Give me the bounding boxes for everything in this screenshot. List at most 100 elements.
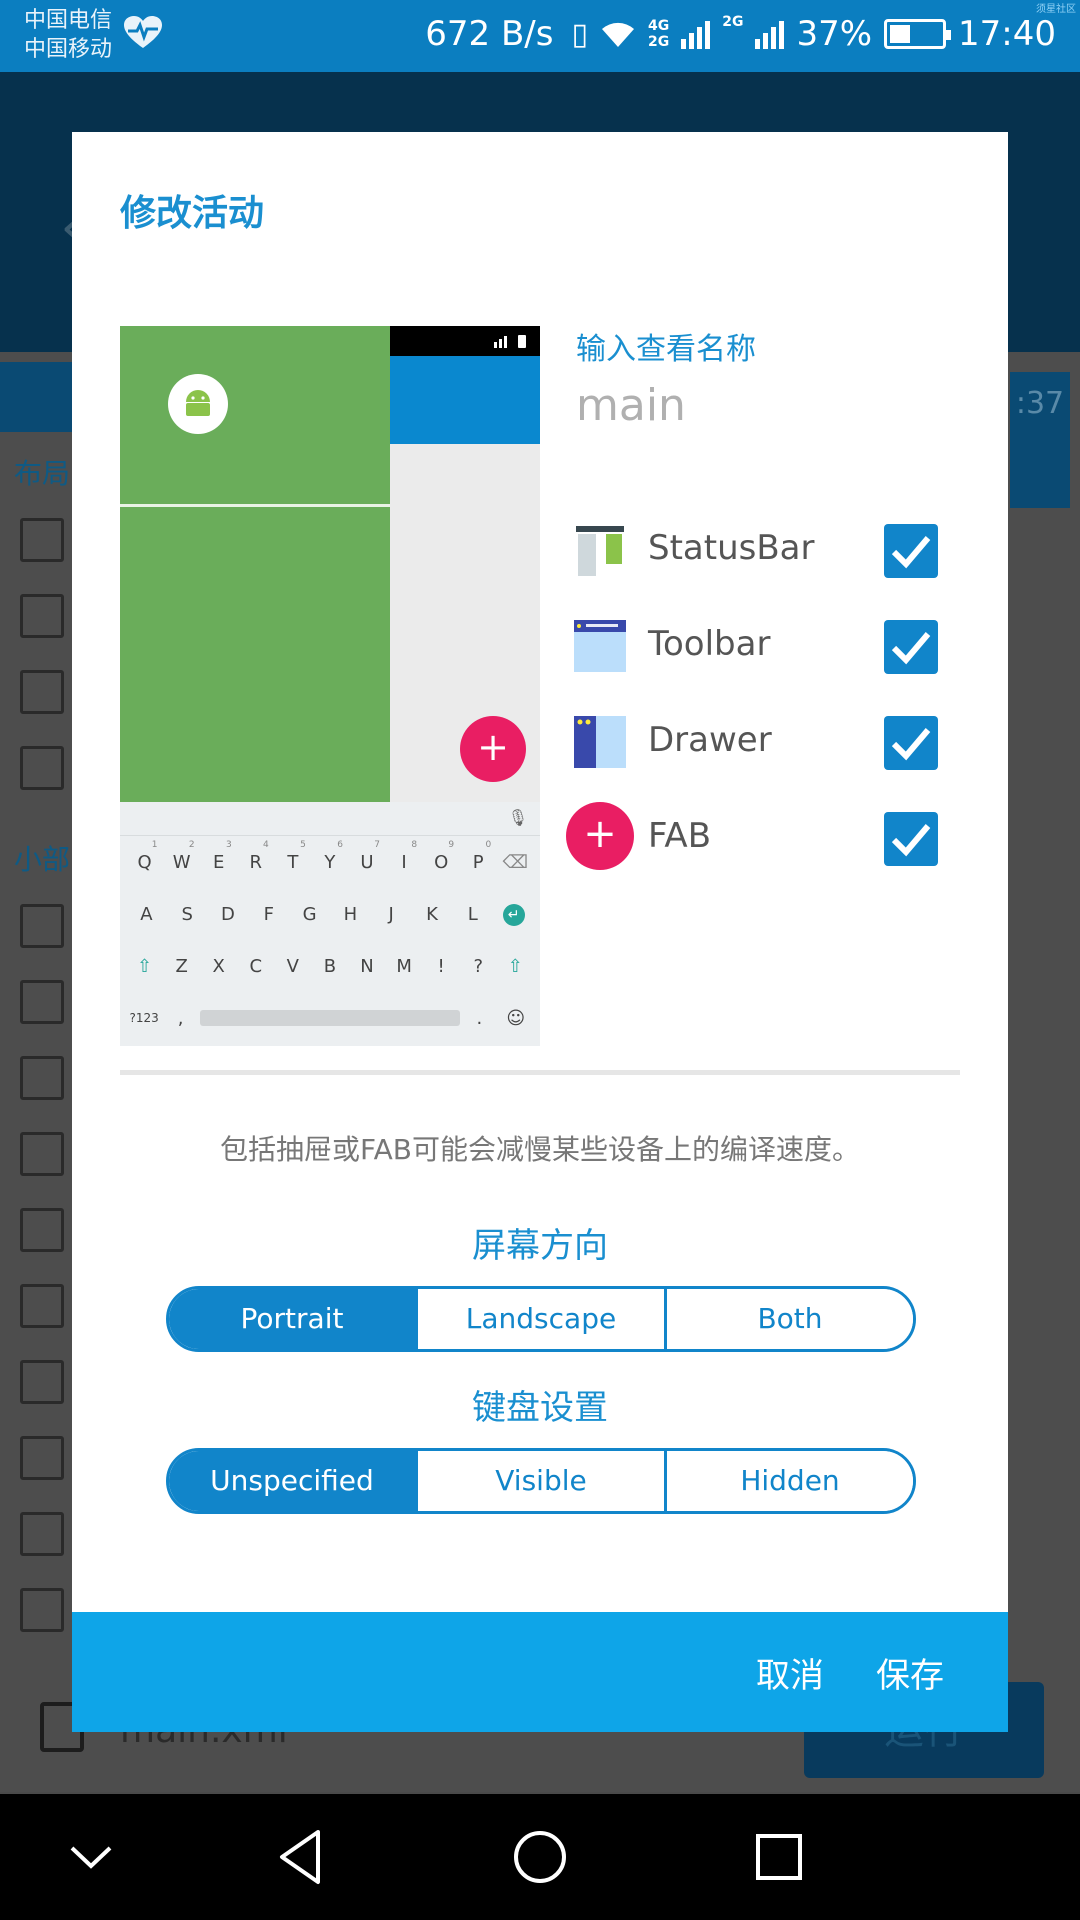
preview-drawer: [120, 326, 390, 802]
background-tab-time: :37: [1010, 372, 1070, 508]
background-palette-item: [20, 1208, 64, 1252]
drawer-checkbox[interactable]: [884, 716, 938, 770]
key-w: W2: [172, 839, 195, 873]
save-button[interactable]: 保存: [876, 1648, 944, 1697]
orientation-portrait-button[interactable]: Portrait: [169, 1289, 415, 1349]
keyboard-unspecified-button[interactable]: Unspecified: [169, 1451, 415, 1511]
android-icon: [186, 390, 210, 416]
key-number-hint: 0: [485, 839, 492, 850]
key-period: .: [476, 1007, 483, 1029]
option-toolbar[interactable]: Toolbar: [572, 610, 956, 682]
toolbar-icon: [574, 620, 626, 672]
option-fab[interactable]: + FAB: [566, 802, 956, 874]
network-type-4g: 4G: [647, 18, 670, 34]
option-drawer[interactable]: Drawer: [572, 706, 956, 778]
carrier-info: 中国电信 中国移动: [24, 6, 112, 64]
key-o: O9: [434, 839, 455, 873]
key-h: H: [343, 903, 358, 925]
keyboard-row: A S D F G H J K L ↵: [120, 888, 540, 940]
key-comma: ,: [177, 1007, 184, 1029]
background-palette-item: [20, 1284, 64, 1328]
key-u: U7: [360, 839, 380, 873]
dialog-title: 修改活动: [120, 193, 265, 234]
recents-square-icon[interactable]: [746, 1824, 812, 1890]
key-e: E3: [213, 839, 232, 873]
key-letter: V: [286, 955, 299, 977]
preview-fab: +: [460, 716, 526, 782]
key-l: L: [467, 903, 478, 925]
keyboard-visible-button[interactable]: Visible: [415, 1451, 664, 1511]
keyboard-row: Q 1 W 2 E 3 R 4 T 5 Y 6 U 7 I 8 O 9 P 0 ⌫: [120, 836, 540, 888]
option-label: Toolbar: [648, 624, 771, 664]
background-palette-item: [20, 1436, 64, 1480]
background-palette-item: [20, 746, 64, 790]
battery-charging-icon: [884, 19, 952, 49]
key-k: K: [426, 903, 438, 925]
preview-statusbar: [390, 326, 540, 356]
edit-activity-dialog: 修改活动 + 🎙 Q 1 W 2 E 3 R 4 T 5 Y 6 U 7 I 8 O 9 P 0 ⌫ A S D F G H J K L…: [72, 132, 1008, 1732]
key-letter: M: [396, 955, 412, 977]
orientation-both-button[interactable]: Both: [664, 1289, 913, 1349]
status-bar: 中国电信 中国移动 672 B/s ▯ 4G 2G 2G 37% 17:40 须…: [0, 0, 1080, 72]
fab-checkbox[interactable]: [884, 812, 938, 866]
cancel-button[interactable]: 取消: [756, 1648, 824, 1697]
key-symbols: ?123: [129, 1011, 159, 1025]
divider: [120, 1070, 960, 1075]
drawer-icon: [574, 716, 626, 768]
key-letter: ?: [473, 955, 484, 977]
checkmark-icon: [891, 536, 931, 569]
orientation-landscape-button[interactable]: Landscape: [415, 1289, 664, 1349]
carrier-telecom: 中国电信: [24, 8, 113, 33]
clock: 17:40: [958, 14, 1056, 54]
enter-icon: ↵: [497, 903, 531, 926]
option-statusbar[interactable]: StatusBar: [572, 514, 956, 586]
key-number-hint: 2: [188, 839, 195, 850]
keyboard-hidden-button[interactable]: Hidden: [664, 1451, 913, 1511]
key-number-hint: 7: [374, 839, 380, 850]
health-heart-icon: [124, 16, 162, 48]
statusbar-icon: [576, 526, 624, 576]
battery-percent: 37%: [796, 14, 873, 54]
option-label: Drawer: [648, 720, 772, 760]
key-s: S: [181, 903, 193, 925]
back-triangle-icon[interactable]: [268, 1824, 334, 1890]
background-palette-item: [20, 904, 64, 948]
keyboard-row: ?123 , . ☺: [120, 992, 540, 1044]
network-speed: 672 B/s: [425, 14, 554, 54]
hide-nav-chevron-icon[interactable]: [58, 1824, 124, 1890]
toolbar-checkbox[interactable]: [884, 620, 938, 674]
signal-sim1-icon: [681, 19, 711, 49]
preview-keyboard: 🎙 Q 1 W 2 E 3 R 4 T 5 Y 6 U 7 I 8 O 9 P 0 ⌫ A S D F G H J K L ↵ ⇧ Z X C V…: [120, 802, 540, 1046]
key-g: G: [302, 903, 317, 925]
preview-toolbar: [390, 356, 540, 444]
statusbar-checkbox[interactable]: [884, 524, 938, 578]
home-circle-icon[interactable]: [507, 1824, 573, 1890]
key-emoji: ☺: [506, 1007, 526, 1029]
key-number-hint: 9: [448, 839, 455, 850]
background-palette-item: [20, 1056, 64, 1100]
key-number-hint: 4: [263, 839, 269, 850]
key-number-hint: 6: [337, 839, 343, 850]
key-number-hint: 5: [300, 839, 306, 850]
keyboard-settings-title: 键盘设置: [472, 1388, 608, 1428]
key-y: Y6: [324, 839, 343, 873]
background-palette-item: [20, 594, 64, 638]
network-type-2g: 2G: [647, 34, 670, 50]
checkmark-icon: [891, 632, 931, 665]
key-number-hint: 3: [225, 839, 232, 850]
background-palette-item: [20, 670, 64, 714]
key-letter: Z: [175, 955, 188, 977]
fab-icon: +: [566, 802, 634, 870]
background-label-layout: 布局: [14, 457, 71, 490]
background-label-widget: 小部: [14, 843, 71, 876]
key-letter: X: [212, 955, 225, 977]
key-space: [199, 1010, 460, 1026]
compile-warning-text: 包括抽屉或FAB可能会减慢某些设备上的编译速度。: [220, 1133, 860, 1166]
key-f: F: [263, 903, 274, 925]
microphone-icon: 🎙: [507, 808, 528, 827]
keyboard-row: ⇧ Z X C V B N M!? ⇧: [120, 940, 540, 992]
key-letter: B: [323, 955, 337, 977]
orientation-title: 屏幕方向: [472, 1226, 608, 1266]
view-name-input[interactable]: [576, 380, 956, 431]
preview-signal-battery-icon: [494, 335, 526, 348]
